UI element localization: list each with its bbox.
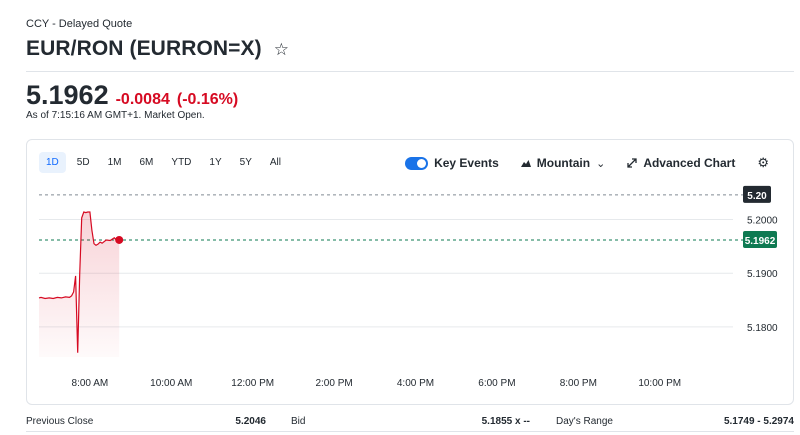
page-title: EUR/RON (EURRON=X) [26, 37, 262, 60]
price-change: -0.0084 [115, 91, 170, 108]
y-tick-label: 5.1800 [747, 323, 778, 334]
x-tick-label: 2:00 PM [315, 378, 352, 389]
previous-close-badge-label: 5.20 [747, 191, 767, 202]
star-icon[interactable]: ☆ [274, 41, 289, 58]
bid-value: 5.1855 x -- [481, 416, 530, 427]
x-tick-label: 8:00 PM [560, 378, 597, 389]
current-price: 5.1962 [26, 80, 109, 110]
quote-source: CCY - Delayed Quote [26, 18, 133, 30]
x-tick-label: 12:00 PM [231, 378, 274, 389]
x-tick-label: 10:00 AM [150, 378, 192, 389]
chart-card: 1D 5D 1M 6M YTD 1Y 5Y All Key Events Mountain ⌄… [26, 139, 794, 405]
previous-close-label: Previous Close [26, 416, 94, 427]
days-range-value: 5.1749 - 5.2974 [723, 416, 794, 427]
header-divider [26, 71, 794, 72]
stats-divider [26, 431, 794, 432]
previous-close-value: 5.2046 [235, 416, 266, 427]
quote-stats: Previous Close 5.2046 Bid 5.1855 x -- Da… [26, 414, 794, 432]
price-change-percent: (-0.16%) [176, 91, 239, 108]
x-tick-label: 4:00 PM [397, 378, 434, 389]
current-price-badge-label: 5.1962 [745, 236, 776, 247]
days-range-label: Day's Range [556, 416, 613, 427]
x-tick-label: 10:00 PM [638, 378, 681, 389]
title-row: EUR/RON (EURRON=X) ☆ [26, 37, 289, 61]
y-tick-label: 5.2000 [747, 216, 778, 227]
as-of-timestamp: As of 7:15:16 AM GMT+1. Market Open. [26, 110, 205, 121]
x-tick-label: 8:00 AM [72, 378, 109, 389]
last-price-marker [115, 235, 124, 244]
bid-label: Bid [291, 416, 306, 427]
x-tick-label: 6:00 PM [478, 378, 515, 389]
price-chart[interactable]: 5.2000 5.1900 5.1800 8:00 AM 10:00 AM 12:00 P… [27, 140, 793, 404]
y-tick-label: 5.1900 [747, 269, 778, 280]
price-row: 5.1962 -0.0084 (-0.16%) [26, 80, 238, 111]
